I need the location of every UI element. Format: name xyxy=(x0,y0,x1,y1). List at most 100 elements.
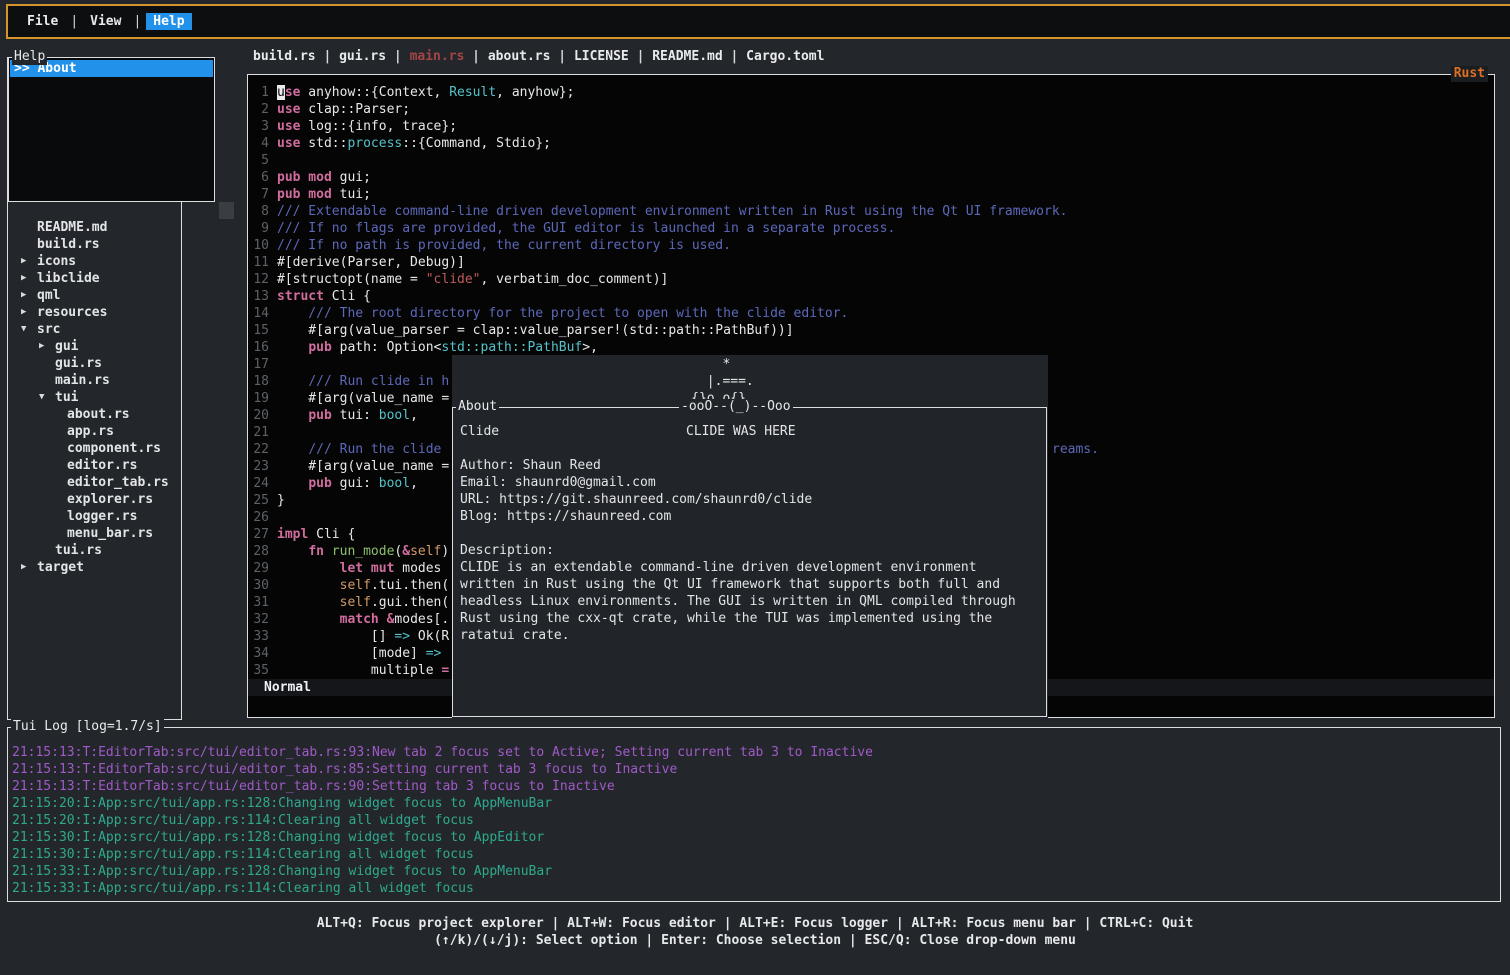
explorer-item-readme-md[interactable]: README.md xyxy=(9,219,239,236)
code-line[interactable]: 6pub mod gui; xyxy=(250,169,1490,186)
code-token: #[structopt(name = xyxy=(277,272,426,287)
explorer-item-editor-tab-rs[interactable]: editor_tab.rs xyxy=(9,474,239,491)
code-token: struct xyxy=(277,289,324,304)
line-number: 15 xyxy=(250,322,269,339)
tab-build-rs[interactable]: build.rs xyxy=(253,49,316,64)
explorer-item-tui[interactable]: ▼tui xyxy=(9,389,239,406)
code-line[interactable]: 16 pub path: Option<std::path::PathBuf>, xyxy=(250,339,1490,356)
explorer-item-target[interactable]: ▶target xyxy=(9,559,239,576)
explorer-item-gui-rs[interactable]: gui.rs xyxy=(9,355,239,372)
explorer-item-label: logger.rs xyxy=(67,509,137,524)
code-line[interactable]: 13struct Cli { xyxy=(250,288,1490,305)
explorer-item-main-rs[interactable]: main.rs xyxy=(9,372,239,389)
log-panel: Tui Log [log=1.7/s] 21:15:13:T:EditorTab… xyxy=(7,727,1501,902)
code-line[interactable]: 10/// If no path is provided, the curren… xyxy=(250,237,1490,254)
code-line[interactable]: 4use std::process::{Command, Stdio}; xyxy=(250,135,1490,152)
explorer-item-about-rs[interactable]: about.rs xyxy=(9,406,239,423)
code-line[interactable]: 9/// If no flags are provided, the GUI e… xyxy=(250,220,1490,237)
chevron-collapsed-icon: ▶ xyxy=(21,287,37,304)
line-number: 8 xyxy=(250,203,269,220)
code-line[interactable]: 14 /// The root directory for the projec… xyxy=(250,305,1490,322)
menu-item-view[interactable]: View xyxy=(83,13,128,30)
help-dropdown-title: Help xyxy=(12,49,47,65)
explorer-item-component-rs[interactable]: component.rs xyxy=(9,440,239,457)
tab-license[interactable]: LICENSE xyxy=(574,49,629,64)
tab-gui-rs[interactable]: gui.rs xyxy=(339,49,386,64)
code-token: use xyxy=(277,119,300,134)
chevron-collapsed-icon: ▶ xyxy=(21,270,37,287)
code-token: log::{info, trace}; xyxy=(300,119,457,134)
code-token: /// If no path is provided, the current … xyxy=(277,238,731,253)
code-token: = xyxy=(441,663,449,678)
code-token: tui: xyxy=(332,408,379,423)
code-token: impl xyxy=(277,527,308,542)
about-app-name: Clide xyxy=(460,423,499,440)
explorer-item-build-rs[interactable]: build.rs xyxy=(9,236,239,253)
code-token: >, xyxy=(582,340,598,355)
tab-about-rs[interactable]: about.rs xyxy=(488,49,551,64)
explorer-item-libclide[interactable]: ▶libclide xyxy=(9,270,239,287)
code-line[interactable]: 3use log::{info, trace}; xyxy=(250,118,1490,135)
log-entry: 21:15:30:I:App:src/tui/app.rs:114:Cleari… xyxy=(12,846,1492,863)
explorer-item-app-rs[interactable]: app.rs xyxy=(9,423,239,440)
code-token: match xyxy=(340,612,379,627)
code-token: pub xyxy=(308,408,331,423)
code-token: Cli { xyxy=(308,527,355,542)
code-line[interactable]: 12#[structopt(name = "clide", verbatim_d… xyxy=(250,271,1490,288)
explorer-item-explorer-rs[interactable]: explorer.rs xyxy=(9,491,239,508)
code-token: , xyxy=(410,476,418,491)
code-line[interactable]: 7pub mod tui; xyxy=(250,186,1490,203)
line-number: 34 xyxy=(250,645,269,662)
code-token: /// The root directory for the project t… xyxy=(277,306,848,321)
code-line[interactable]: 2use clap::Parser; xyxy=(250,101,1490,118)
log-entry: 21:15:20:I:App:src/tui/app.rs:114:Cleari… xyxy=(12,812,1492,829)
chevron-collapsed-icon: ▶ xyxy=(39,338,55,355)
code-token: pub mod xyxy=(277,170,332,185)
explorer-item-label: component.rs xyxy=(67,441,161,456)
explorer-item-gui[interactable]: ▶gui xyxy=(9,338,239,355)
log-entry: 21:15:30:I:App:src/tui/app.rs:128:Changi… xyxy=(12,829,1492,846)
line-number: 11 xyxy=(250,254,269,271)
tab-readme-md[interactable]: README.md xyxy=(652,49,722,64)
code-token xyxy=(277,442,308,457)
code-token: bool xyxy=(379,408,410,423)
explorer-item-label: gui xyxy=(55,339,78,354)
log-entry: 21:15:13:T:EditorTab:src/tui/editor_tab.… xyxy=(12,778,1492,795)
explorer-item-resources[interactable]: ▶resources xyxy=(9,304,239,321)
line-number: 2 xyxy=(250,101,269,118)
code-token: /// Run clide in h xyxy=(308,374,449,389)
explorer-item-src[interactable]: ▼src xyxy=(9,321,239,338)
code-line[interactable]: 1use anyhow::{Context, Result, anyhow}; xyxy=(250,84,1490,101)
code-line[interactable]: 15 #[arg(value_parser = clap::value_pars… xyxy=(250,322,1490,339)
line-number: 24 xyxy=(250,475,269,492)
explorer-item-logger-rs[interactable]: logger.rs xyxy=(9,508,239,525)
explorer-item-label: libclide xyxy=(37,271,100,286)
line-number: 4 xyxy=(250,135,269,152)
code-token: modes xyxy=(394,561,441,576)
tab-separator: | xyxy=(386,49,409,64)
explorer-item-editor-rs[interactable]: editor.rs xyxy=(9,457,239,474)
menu-item-help[interactable]: Help xyxy=(146,13,191,30)
line-number: 26 xyxy=(250,509,269,526)
dropdown-scrollbar-thumb[interactable] xyxy=(219,202,234,219)
explorer-item-label: README.md xyxy=(37,220,107,235)
tab-separator: | xyxy=(723,49,746,64)
log-entry: 21:15:13:T:EditorTab:src/tui/editor_tab.… xyxy=(12,744,1492,761)
explorer-item-icons[interactable]: ▶icons xyxy=(9,253,239,270)
code-token: => xyxy=(394,629,410,644)
tab-cargo-toml[interactable]: Cargo.toml xyxy=(746,49,824,64)
code-line[interactable]: 8/// Extendable command-line driven deve… xyxy=(250,203,1490,220)
code-token: u xyxy=(277,85,285,100)
explorer-item-label: tui.rs xyxy=(55,543,102,558)
line-number: 13 xyxy=(250,288,269,305)
code-line[interactable]: 11#[derive(Parser, Debug)] xyxy=(250,254,1490,271)
explorer-item-menu-bar-rs[interactable]: menu_bar.rs xyxy=(9,525,239,542)
explorer-item-tui-rs[interactable]: tui.rs xyxy=(9,542,239,559)
explorer-item-qml[interactable]: ▶qml xyxy=(9,287,239,304)
code-line[interactable]: 5 xyxy=(250,152,1490,169)
about-popup-title: About xyxy=(456,399,499,415)
tab-main-rs[interactable]: main.rs xyxy=(410,49,465,64)
menu-item-file[interactable]: File xyxy=(20,13,65,30)
line22-overflow-text: reams. xyxy=(1052,441,1099,458)
code-token: ::{Command, Stdio}; xyxy=(402,136,551,151)
